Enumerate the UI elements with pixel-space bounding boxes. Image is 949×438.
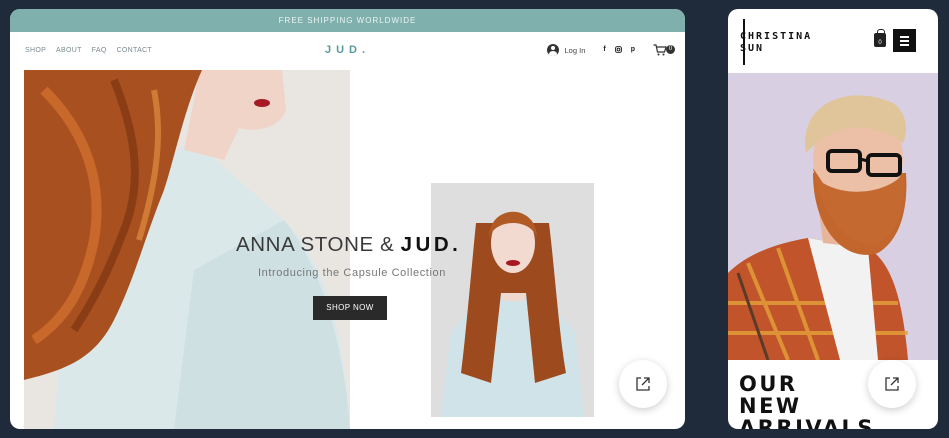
facebook-icon[interactable]: f [603,46,605,55]
promo-bar: FREE SHIPPING WORLDWIDE [10,9,685,32]
shop-now-button[interactable]: SHOP NOW [313,296,387,320]
cart-icon [653,44,667,56]
instagram-icon[interactable] [614,45,622,55]
open-desktop-preview-button[interactable] [619,360,667,408]
social-links: f p [603,46,635,55]
bag-count: 0 [878,40,882,46]
header-actions: Log In f p 0 [546,44,675,56]
open-mobile-preview-button[interactable] [868,360,916,408]
hamburger-menu-button[interactable] [893,29,916,52]
login-label: Log In [564,45,586,55]
mobile-hero-image [728,73,938,360]
user-icon [546,44,559,56]
hero-title-brand: JUD. [400,233,462,256]
headline-line-1: OUR NEW [739,372,802,418]
site-header: SHOP ABOUT FAQ CONTACT JUD. Log In f p 0 [10,32,685,70]
hero-subtitle: Introducing the Capsule Collection [258,267,446,279]
shopping-bag-icon[interactable]: 0 [874,29,886,47]
mobile-header: CHRISTINA SUN 0 [728,9,938,73]
external-link-icon [885,377,899,391]
hero-title-prefix: ANNA STONE & [236,233,401,256]
hero-title: ANNA STONE & JUD. [236,233,461,257]
mobile-site-preview[interactable]: CHRISTINA SUN 0 OUR NEW ARRIVALS [728,9,938,429]
new-arrivals-heading: OUR NEW ARRIVALS [739,372,875,429]
logo-line-1: CHRISTINA [740,31,813,42]
cart-count-badge: 0 [666,45,675,54]
pinterest-icon[interactable]: p [631,46,635,55]
hero-image-secondary [431,183,594,417]
logo-bar [743,19,745,65]
logo-line-2: SUN [740,43,765,54]
external-link-icon [636,377,650,391]
login-button[interactable]: Log In [546,44,586,56]
mobile-brand-logo[interactable]: CHRISTINA SUN [740,19,835,69]
headline-line-2: ARRIVALS [739,416,875,429]
desktop-site-preview[interactable]: FREE SHIPPING WORLDWIDE SHOP ABOUT FAQ C… [10,9,685,429]
cart-button[interactable]: 0 [653,44,675,56]
